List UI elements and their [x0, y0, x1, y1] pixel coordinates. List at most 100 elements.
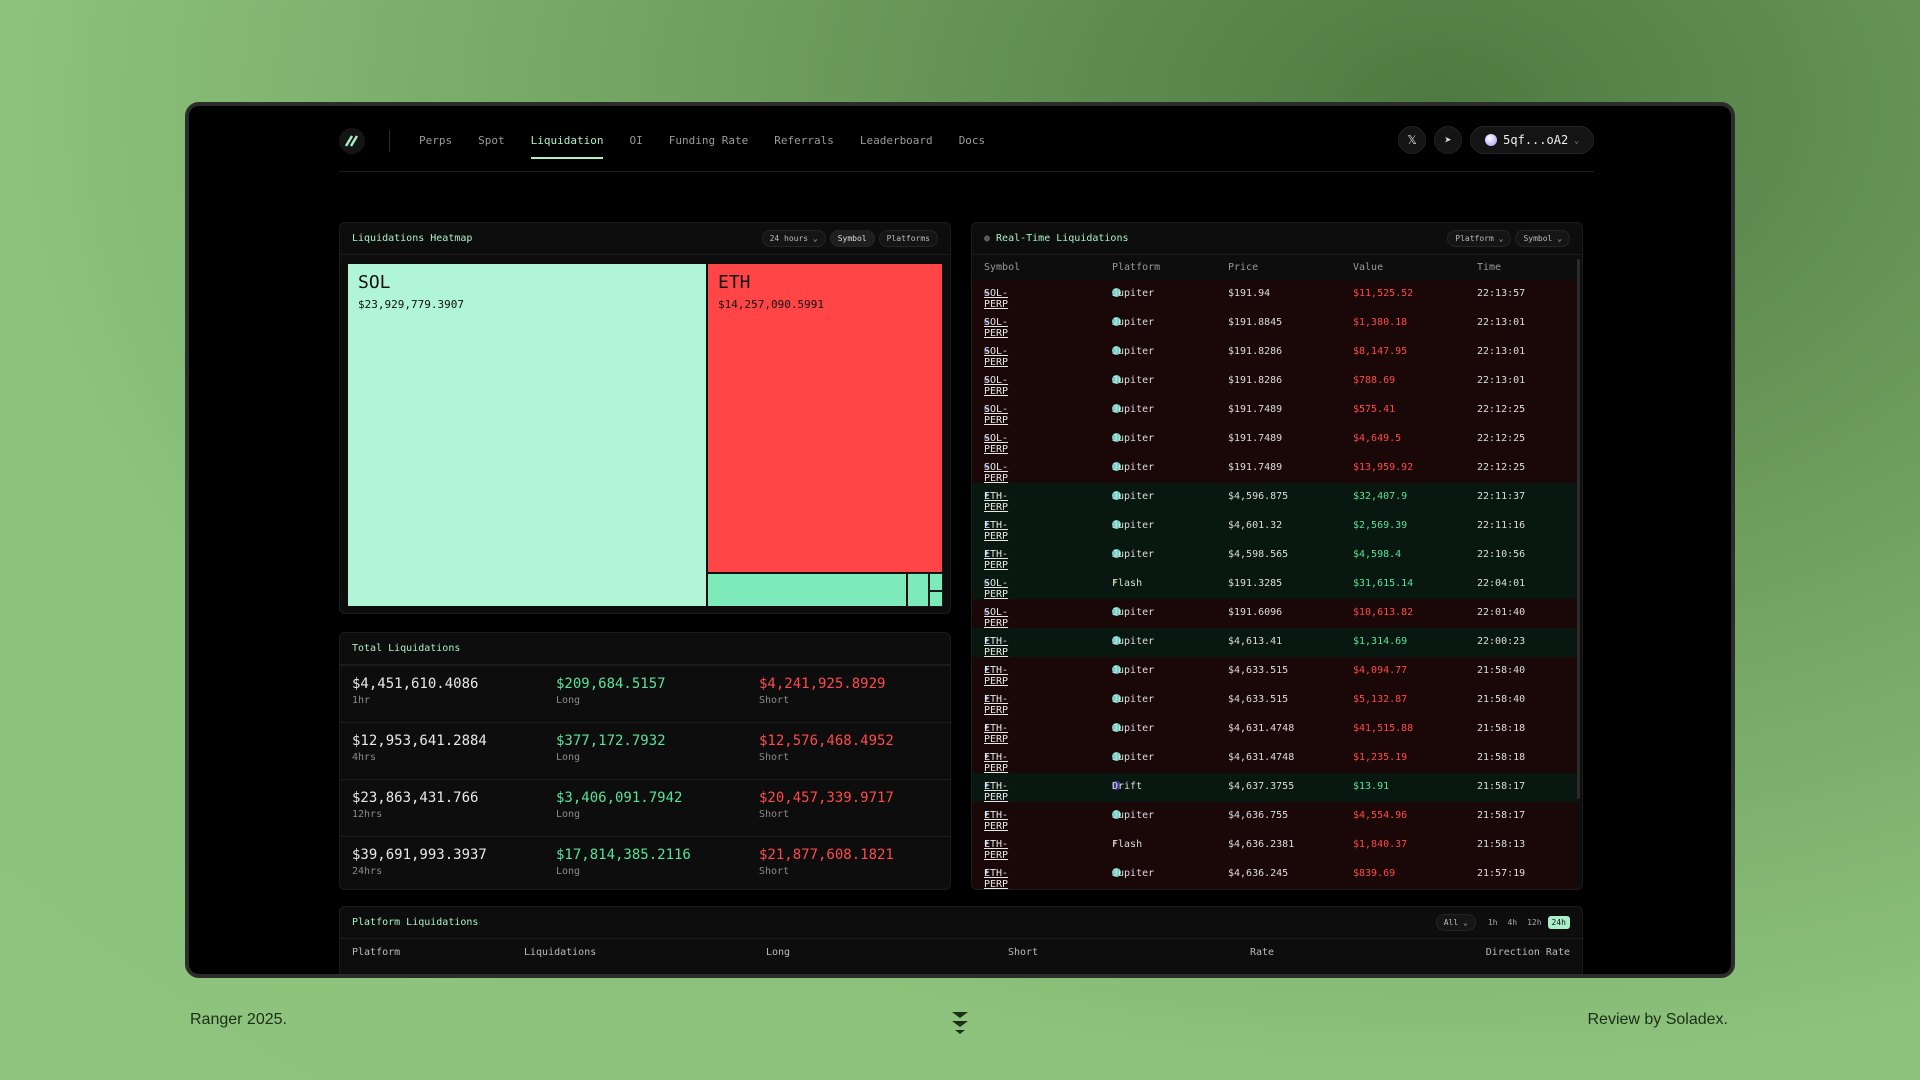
row-time: 22:13:57 [1477, 288, 1526, 299]
nav-link-liquidation[interactable]: Liquidation [530, 134, 603, 159]
totals-header: Total Liquidations [340, 633, 950, 665]
platform-name: Jupiter [1112, 694, 1155, 705]
row-price: $191.7489 [1228, 462, 1283, 473]
heatmap-tile-small[interactable] [929, 573, 943, 591]
nav-link-oi[interactable]: OI [629, 134, 642, 147]
nav-link-docs[interactable]: Docs [959, 134, 986, 147]
realtime-row: ♦ ETH-PERP Drift $4,637.3755 $13.91 21:58… [972, 773, 1577, 803]
timeframe-tabs: 1h 4h 12h 24h [1484, 916, 1570, 929]
col-price: Price [1228, 262, 1259, 273]
symbol-link[interactable]: SOL-PERP [984, 375, 1008, 397]
symbol-link[interactable]: SOL-PERP [984, 578, 1008, 600]
row-price: $191.3285 [1228, 578, 1283, 589]
footer-right: Review by Soladex. [1587, 1011, 1728, 1028]
nav-link-leaderboard[interactable]: Leaderboard [860, 134, 933, 147]
symbol-link[interactable]: ETH-PERP [984, 868, 1008, 889]
top-nav: Perps Spot Liquidation OI Funding Rate R… [339, 126, 1594, 172]
col-direction-rate: Direction Rate [1485, 947, 1570, 958]
symbol-link[interactable]: SOL-PERP [984, 404, 1008, 426]
symbol-link[interactable]: SOL-PERP [984, 288, 1008, 310]
realtime-row: ♦ ETH-PERP Jupiter $4,598.565 $4,598.4 22… [972, 541, 1577, 571]
platform-filter[interactable]: Platform ⌄ [1447, 230, 1512, 247]
symbol-link[interactable]: SOL-PERP [984, 607, 1008, 629]
platform-name: Flash [1112, 578, 1143, 589]
row-time: 22:12:25 [1477, 433, 1526, 444]
symbol-toggle[interactable]: Symbol [829, 230, 875, 247]
tf-12h[interactable]: 12h [1523, 916, 1545, 929]
app-window: Perps Spot Liquidation OI Funding Rate R… [185, 102, 1735, 978]
platforms-toggle[interactable]: Platforms [878, 230, 938, 247]
symbol-link[interactable]: ETH-PERP [984, 810, 1008, 832]
col-platform: Platform [352, 947, 401, 958]
row-value: $1,380.18 [1353, 317, 1408, 328]
symbol-link[interactable]: ETH-PERP [984, 694, 1008, 716]
platform-name: Drift [1112, 781, 1143, 792]
nav-link-perps[interactable]: Perps [419, 134, 452, 147]
symbol-link[interactable]: ETH-PERP [984, 520, 1008, 542]
row-time: 21:57:19 [1477, 868, 1526, 879]
symbol-link[interactable]: SOL-PERP [984, 462, 1008, 484]
short-value: $12,576,468.4952 [759, 733, 894, 749]
heatmap-tile-small[interactable] [907, 573, 929, 607]
row-price: $4,613.41 [1228, 636, 1283, 647]
heatmap-tile-sol[interactable]: SOL $23,929,779.3907 [347, 263, 707, 607]
platform-name: Jupiter [1112, 723, 1155, 734]
heatmap-tile-small[interactable] [929, 591, 943, 607]
long-label: Long [556, 752, 581, 763]
totals-row: $4,451,610.4086 1hr $209,684.5157 Long $… [340, 665, 950, 722]
short-cell: $21,877,608.1821 Short [759, 847, 894, 877]
total-value: $39,691,993.3937 [352, 847, 487, 863]
heatmap-title: Liquidations Heatmap [352, 233, 473, 244]
symbol-link[interactable]: ETH-PERP [984, 723, 1008, 745]
symbol-link[interactable]: ETH-PERP [984, 781, 1008, 803]
heatmap-tile-small[interactable] [707, 573, 907, 607]
short-value: $20,457,339.9717 [759, 790, 894, 806]
totals-row: $12,953,641.2884 4hrs $377,172.7932 Long… [340, 722, 950, 779]
wallet-button[interactable]: 5qf...oA2 ⌄ [1470, 126, 1594, 154]
symbol-link[interactable]: ETH-PERP [984, 665, 1008, 687]
nav-link-funding-rate[interactable]: Funding Rate [669, 134, 748, 147]
time-range-select[interactable]: 24 hours ⌄ [761, 230, 826, 247]
telegram-icon[interactable]: ➤ [1434, 126, 1463, 154]
nav-link-referrals[interactable]: Referrals [774, 134, 834, 147]
ranger-logo[interactable] [339, 128, 365, 154]
heatmap-tile-eth[interactable]: ETH $14,257,090.5991 [707, 263, 943, 573]
symbol-link[interactable]: ETH-PERP [984, 839, 1008, 861]
row-value: $5,132.87 [1353, 694, 1408, 705]
symbol-link[interactable]: ETH-PERP [984, 549, 1008, 571]
symbol-link[interactable]: SOL-PERP [984, 433, 1008, 455]
x-twitter-icon[interactable]: 𝕏 [1398, 126, 1427, 154]
row-value: $4,649.5 [1353, 433, 1402, 444]
row-value: $32,407.9 [1353, 491, 1408, 502]
long-label: Long [556, 809, 581, 820]
symbol-link[interactable]: ETH-PERP [984, 491, 1008, 513]
row-price: $191.7489 [1228, 433, 1283, 444]
col-rate: Rate [1250, 947, 1275, 958]
tf-4h[interactable]: 4h [1503, 916, 1521, 929]
symbol-link[interactable]: ETH-PERP [984, 752, 1008, 774]
total-liquidations-panel: Total Liquidations $4,451,610.4086 1hr $… [339, 632, 951, 890]
platform-name: Jupiter [1112, 752, 1155, 763]
row-time: 22:12:25 [1477, 404, 1526, 415]
total-cell: $12,953,641.2884 4hrs [352, 733, 487, 763]
symbol-link[interactable]: ETH-PERP [984, 636, 1008, 658]
nav-link-spot[interactable]: Spot [478, 134, 505, 147]
row-price: $191.8286 [1228, 346, 1283, 357]
tf-1h[interactable]: 1h [1484, 916, 1502, 929]
tf-24h[interactable]: 24h [1547, 916, 1570, 929]
row-value: $13,959.92 [1353, 462, 1414, 473]
row-price: $191.8286 [1228, 375, 1283, 386]
realtime-row: ≡ SOL-PERP Jupiter $191.7489 $13,959.92 2… [972, 454, 1577, 484]
row-time: 21:58:17 [1477, 781, 1526, 792]
symbol-link[interactable]: SOL-PERP [984, 346, 1008, 368]
platform-name: Flash [1112, 839, 1143, 850]
symbol-filter[interactable]: Symbol ⌄ [1515, 230, 1570, 247]
platform-title: Platform Liquidations [352, 917, 479, 928]
row-value: $1,840.37 [1353, 839, 1408, 850]
long-value: $17,814,385.2116 [556, 847, 691, 863]
symbol-link[interactable]: SOL-PERP [984, 317, 1008, 339]
row-value: $575.41 [1353, 404, 1396, 415]
platform-all-select[interactable]: All ⌄ [1435, 914, 1476, 931]
row-value: $11,525.52 [1353, 288, 1414, 299]
scrollbar[interactable] [1577, 259, 1580, 799]
